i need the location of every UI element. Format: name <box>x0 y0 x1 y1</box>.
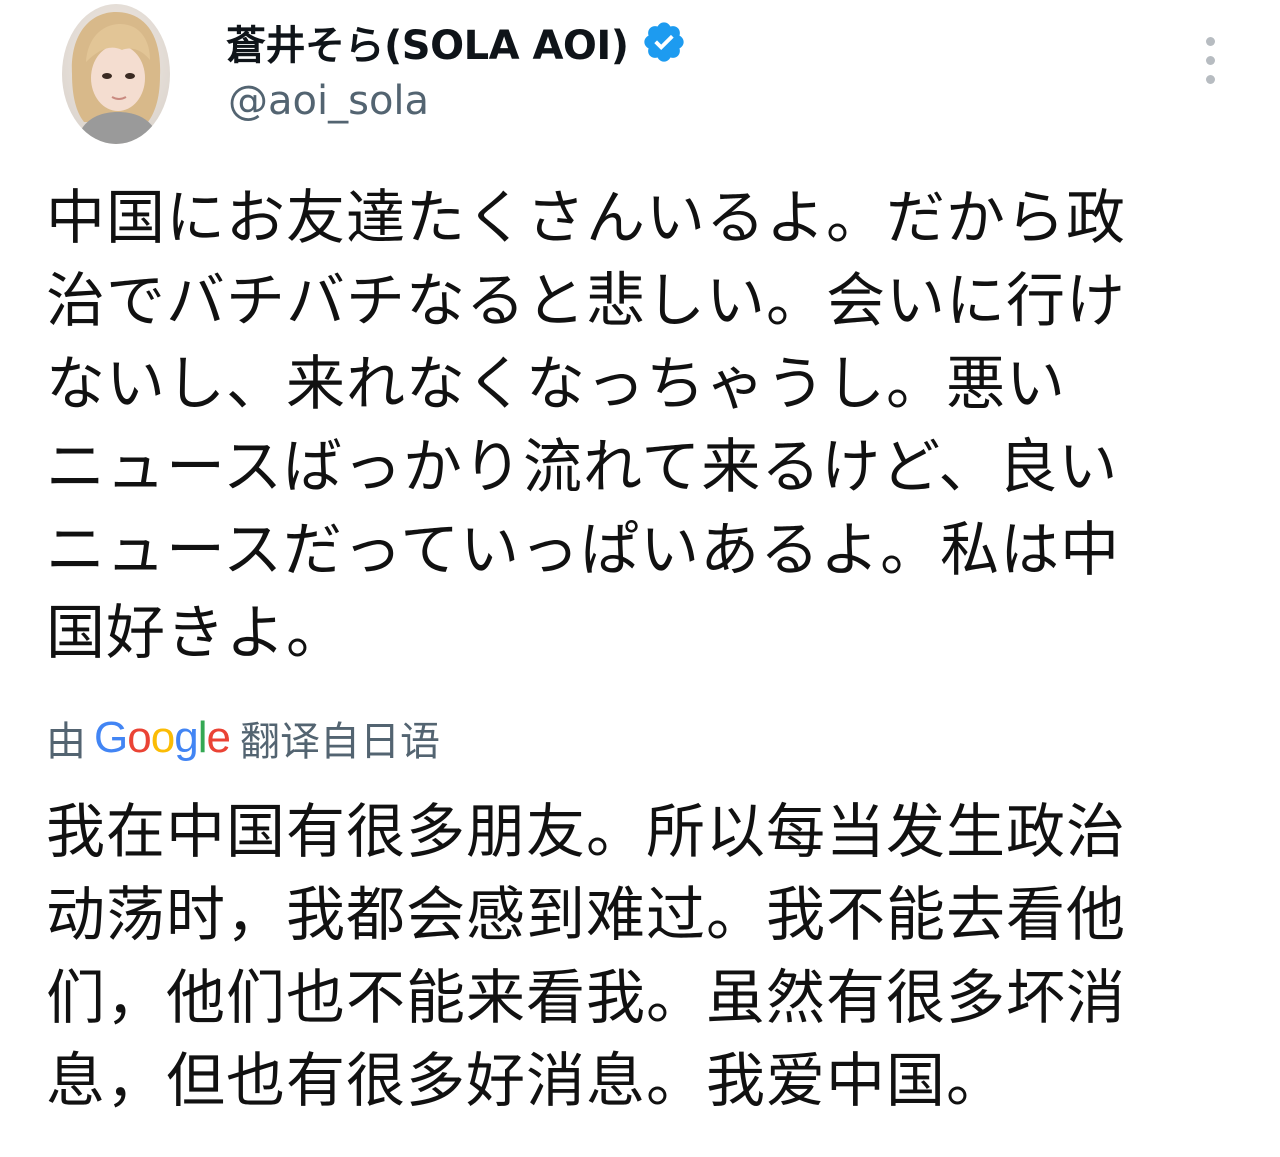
tweet-original-text: 中国にお友達たくさんいるよ。だから政 治でバチバチなると悲しい。会いに行け ない… <box>46 176 1206 674</box>
text-line: ないし、来れなくなっちゃうし。悪い <box>46 349 1067 418</box>
text-line: 息，但也有很多好消息。我爱中国。 <box>46 1046 1007 1115</box>
more-options-dot <box>1205 74 1215 84</box>
display-name[interactable]: 蒼井そら(SOLA AOI) <box>226 13 629 71</box>
text-line: ニュースばっかり流れて来るけど、良い <box>46 432 1119 501</box>
more-options-button[interactable] <box>1192 30 1228 90</box>
profile-photo-icon <box>62 4 170 144</box>
text-line: ニュースだっていっぱいあるよ。私は中 <box>46 515 1121 584</box>
tweet-card: 蒼井そら(SOLA AOI) @aoi_sola 中国にお友達たくさんいるよ。だ… <box>0 0 1280 1157</box>
verified-badge-icon <box>641 19 687 65</box>
translation-notice[interactable]: 由 Google 翻译自日语 <box>46 708 440 768</box>
avatar[interactable] <box>62 4 170 144</box>
text-line: 动荡时，我都会感到难过。我不能去看他 <box>46 880 1127 949</box>
text-line: 们，他们也不能来看我。虽然有很多坏消 <box>46 963 1127 1032</box>
more-options-icon <box>1205 36 1215 46</box>
user-handle[interactable]: @aoi_sola <box>228 78 429 124</box>
more-options-dot <box>1205 55 1215 65</box>
text-line: 中国にお友達たくさんいるよ。だから政 <box>46 183 1127 252</box>
tweet-translated-text: 我在中国有很多朋友。所以每当发生政治 动荡时，我都会感到难过。我不能去看他 们，… <box>46 790 1206 1122</box>
translation-suffix: 翻译自日语 <box>239 719 440 765</box>
author-name-row: 蒼井そら(SOLA AOI) <box>226 14 687 70</box>
google-logo: Google <box>94 713 231 762</box>
text-line: 治でバチバチなると悲しい。会いに行け <box>46 266 1127 335</box>
translation-prefix: 由 <box>46 719 86 765</box>
text-line: 国好きよ。 <box>46 598 347 667</box>
text-line: 我在中国有很多朋友。所以每当发生政治 <box>46 797 1127 866</box>
